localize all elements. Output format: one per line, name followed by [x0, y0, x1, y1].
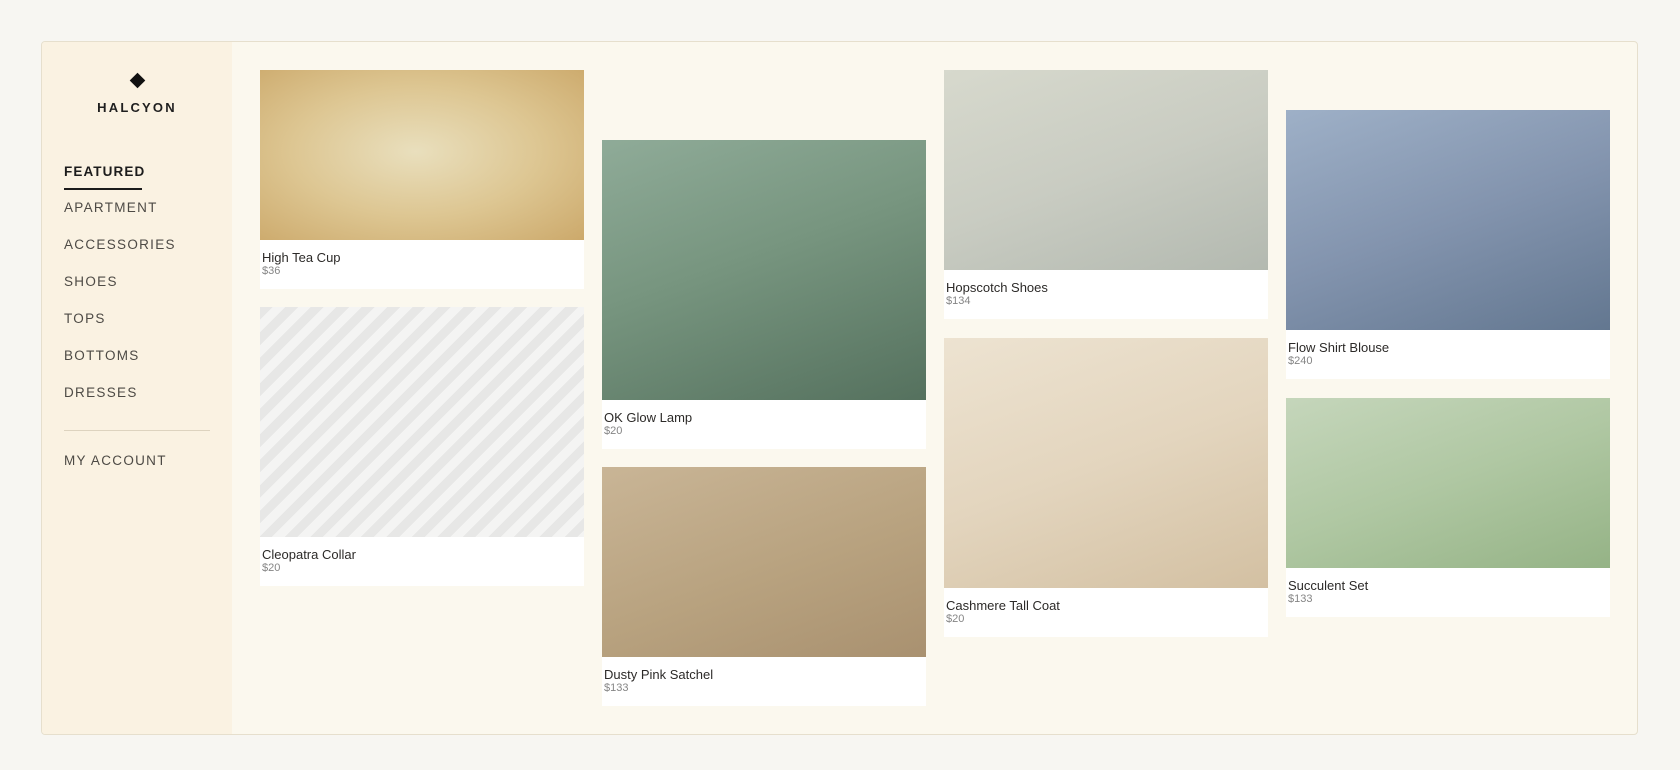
- product-title: Flow Shirt Blouse: [1288, 340, 1390, 355]
- product-meta: High Tea Cup $36: [260, 240, 584, 289]
- nav-item-bottoms[interactable]: BOTTOMS: [64, 348, 214, 385]
- product-card-high-tea-cup[interactable]: High Tea Cup $36: [260, 70, 584, 289]
- product-price: $240: [1288, 355, 1313, 367]
- nav-item-shoes[interactable]: SHOES: [64, 274, 214, 311]
- product-title: Succulent Set: [1288, 578, 1369, 593]
- product-meta: Dusty Pink Satchel $133: [602, 657, 926, 706]
- brand-name: HALCYON: [97, 100, 177, 115]
- product-price: $133: [604, 682, 629, 694]
- product-title: Cleopatra Collar: [262, 547, 356, 562]
- active-indicator: [64, 188, 142, 190]
- product-price: $36: [262, 265, 281, 277]
- product-image: [260, 70, 584, 240]
- nav-item-tops[interactable]: TOPS: [64, 311, 214, 348]
- product-card-dusty-pink-satchel[interactable]: Dusty Pink Satchel $133: [602, 467, 926, 706]
- product-price: $20: [604, 425, 623, 437]
- product-card-ok-glow-lamp[interactable]: OK Glow Lamp $20: [602, 140, 926, 449]
- product-card-succulent-set[interactable]: Succulent Set $133: [1286, 398, 1610, 617]
- product-card-cashmere-tall-coat[interactable]: Cashmere Tall Coat $20: [944, 338, 1268, 637]
- product-price: $20: [262, 562, 281, 574]
- product-price: $133: [1288, 593, 1313, 605]
- brand-logo[interactable]: HALCYON: [42, 70, 232, 115]
- product-meta: Hopscotch Shoes $134: [944, 270, 1268, 319]
- product-image: [944, 338, 1268, 588]
- product-title: Hopscotch Shoes: [946, 280, 1048, 295]
- nav-item-dresses[interactable]: DRESSES: [64, 385, 214, 422]
- product-image: [1286, 398, 1610, 568]
- product-image: [602, 140, 926, 400]
- category-nav: FEATURED APARTMENT ACCESSORIES SHOES TOP…: [64, 164, 214, 490]
- product-title: OK Glow Lamp: [604, 410, 693, 425]
- sidebar: HALCYON FEATURED APARTMENT ACCESSORIES S…: [42, 42, 232, 734]
- product-price: $134: [946, 295, 971, 307]
- diamond-logo-icon: [129, 72, 145, 89]
- product-card-hopscotch-shoes[interactable]: Hopscotch Shoes $134: [944, 70, 1268, 319]
- product-meta: Cashmere Tall Coat $20: [944, 588, 1268, 637]
- product-card-flow-shirt-blouse[interactable]: Flow Shirt Blouse $240: [1286, 110, 1610, 379]
- product-title: High Tea Cup: [262, 250, 341, 265]
- product-image: [1286, 110, 1610, 330]
- nav-item-accessories[interactable]: ACCESSORIES: [64, 237, 214, 274]
- product-meta: OK Glow Lamp $20: [602, 400, 926, 449]
- product-meta: Flow Shirt Blouse $240: [1286, 330, 1610, 379]
- product-meta: Cleopatra Collar $20: [260, 537, 584, 586]
- product-title: Dusty Pink Satchel: [604, 667, 714, 682]
- product-card-cleopatra-collar[interactable]: Cleopatra Collar $20: [260, 307, 584, 586]
- nav-item-apartment[interactable]: APARTMENT: [64, 200, 214, 237]
- product-meta: Succulent Set $133: [1286, 568, 1610, 617]
- app-frame: HALCYON FEATURED APARTMENT ACCESSORIES S…: [41, 41, 1638, 735]
- nav-item-my-account[interactable]: MY ACCOUNT: [64, 453, 214, 490]
- product-title: Cashmere Tall Coat: [946, 598, 1060, 613]
- nav-item-label: FEATURED: [64, 164, 146, 179]
- product-image: [260, 307, 584, 537]
- nav-item-featured[interactable]: FEATURED: [64, 164, 214, 190]
- product-image: [602, 467, 926, 657]
- product-price: $20: [946, 613, 965, 625]
- product-image: [944, 70, 1268, 270]
- nav-divider: [64, 430, 210, 431]
